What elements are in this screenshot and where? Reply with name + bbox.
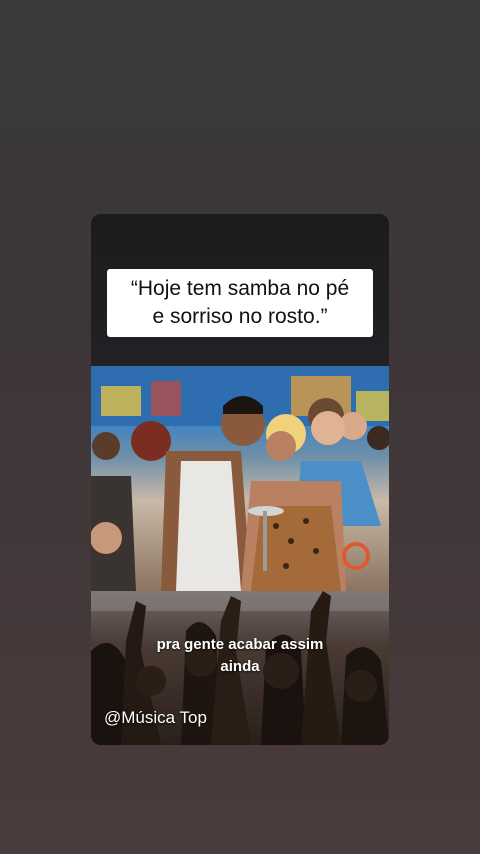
story-card: “Hoje tem samba no pé e sorriso no rosto… bbox=[91, 214, 389, 745]
quote-box: “Hoje tem samba no pé e sorriso no rosto… bbox=[107, 269, 373, 337]
video-subtitle: pra gente acabar assim ainda bbox=[156, 636, 324, 675]
quote-text: “Hoje tem samba no pé e sorriso no rosto… bbox=[130, 277, 350, 328]
channel-watermark: @Música Top bbox=[104, 708, 207, 727]
video-frame-photo bbox=[91, 366, 389, 591]
card-header-area: “Hoje tem samba no pé e sorriso no rosto… bbox=[91, 214, 389, 366]
couple-photo-illustration bbox=[91, 366, 389, 591]
